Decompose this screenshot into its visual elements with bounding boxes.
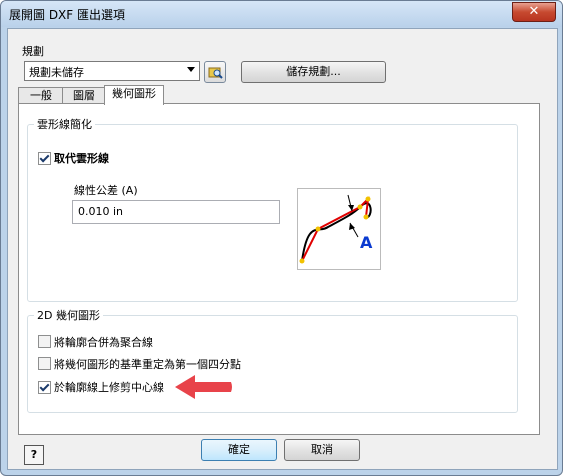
tab-geometry[interactable]: 幾何圖形: [104, 85, 164, 105]
tab-general[interactable]: 一般: [18, 87, 64, 104]
merge-polyline-checkbox[interactable]: [38, 335, 51, 348]
help-button[interactable]: ?: [24, 445, 44, 465]
tolerance-letter: A: [360, 233, 373, 252]
window-title: 展開圖 DXF 匯出選項: [9, 8, 125, 22]
tab-layers[interactable]: 圖層: [62, 87, 106, 104]
spline-simplify-group: 雲形線簡化 取代雲形線 線性公差 (A) 0.010 in A: [27, 116, 518, 302]
tolerance-input[interactable]: 0.010 in: [72, 200, 280, 224]
merge-polyline-label: 將輪廓合併為聚合線: [54, 336, 153, 349]
replace-spline-label: 取代雲形線: [54, 152, 109, 165]
planning-dropdown[interactable]: 規劃未儲存: [24, 61, 200, 81]
close-button[interactable]: ✕: [512, 2, 556, 22]
spline-group-title: 雲形線簡化: [34, 116, 95, 132]
rebase-quadrant-label: 將幾何圖形的基準重定為第一個四分點: [54, 358, 241, 371]
chevron-down-icon: [187, 67, 195, 72]
tolerance-diagram: A: [297, 188, 381, 270]
tolerance-value: 0.010 in: [78, 205, 124, 218]
replace-spline-checkbox[interactable]: [38, 152, 51, 165]
planning-selected: 規劃未儲存: [29, 66, 84, 79]
2d-geometry-group: 2D 幾何圖形 將輪廓合併為聚合線 將幾何圖形的基準重定為第一個四分點 於輪廓線…: [27, 307, 518, 413]
cancel-button[interactable]: 取消: [284, 439, 360, 461]
dialog-window: 展開圖 DXF 匯出選項 ✕ 規劃 規劃未儲存 儲存規劃... 一般 圖層 幾何…: [0, 0, 563, 476]
trim-centerline-checkbox[interactable]: [38, 381, 51, 394]
planning-label: 規劃: [22, 45, 44, 58]
browse-planning-button[interactable]: [204, 61, 226, 83]
spline-diagram-icon: [299, 194, 372, 264]
trim-centerline-label: 於輪廓線上修剪中心線: [54, 381, 164, 394]
save-planning-button[interactable]: 儲存規劃...: [241, 61, 386, 83]
2d-geometry-title: 2D 幾何圖形: [34, 307, 103, 323]
tolerance-label: 線性公差 (A): [74, 184, 138, 197]
title-bar: 展開圖 DXF 匯出選項 ✕: [1, 1, 562, 27]
ok-button[interactable]: 確定: [201, 439, 277, 461]
folder-search-icon: [208, 67, 223, 79]
geometry-tab-panel: 雲形線簡化 取代雲形線 線性公差 (A) 0.010 in A 2D 幾何圖形 …: [18, 103, 540, 435]
rebase-quadrant-checkbox[interactable]: [38, 357, 51, 370]
callout-arrow-icon: [175, 375, 232, 399]
dialog-client: 規劃 規劃未儲存 儲存規劃... 一般 圖層 幾何圖形 雲形線簡化 取代雲形線 …: [7, 28, 558, 470]
